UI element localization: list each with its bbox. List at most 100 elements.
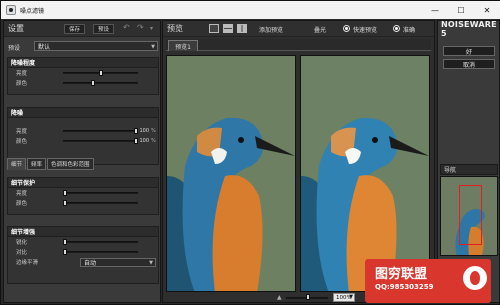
preset-label: 预设 <box>8 45 21 52</box>
settings-title: 设置 <box>8 24 24 33</box>
edge-row: 边缘平滑 自动 ▼ <box>8 257 158 267</box>
preset-value: 默认 <box>38 43 51 51</box>
overlay-toggle[interactable]: 叠光 <box>314 25 326 34</box>
app-window: 噪点滤镜 — ☐ ✕ 设置 保存 预设 ↶ ↷ ▾ 预设 默认 ▼ 降噪程度 亮… <box>0 0 500 305</box>
section-noise-level: 降噪程度 亮度 颜色 <box>7 57 159 95</box>
edge-smoothing-select[interactable]: 自动 ▼ <box>80 258 156 267</box>
tab-frequency[interactable]: 频率 <box>27 158 47 170</box>
single-view-icon[interactable] <box>209 24 219 33</box>
fast-preview-label: 快速预览 <box>353 27 378 34</box>
section-title: 降噪 <box>8 108 158 118</box>
section-detail-protection: 细节保护 亮度 颜色 <box>7 177 159 215</box>
detail-tabs: 细节 频率 色调和色彩范围 <box>7 158 159 170</box>
slider-unit: % <box>151 138 156 144</box>
preview-tabs: 预览1 <box>166 39 431 51</box>
edge-value: 自动 <box>84 260 97 267</box>
title-bar: 噪点滤镜 — ☐ ✕ <box>1 1 500 19</box>
slider-row: 锐化 <box>8 237 158 247</box>
save-button[interactable]: 保存 <box>64 24 86 34</box>
slider-row: 亮度 <box>8 188 158 198</box>
slider-thumb[interactable] <box>91 80 96 86</box>
preview-header: 预览 添加预览 叠光 快速预览 准确 <box>163 21 434 37</box>
accurate-label: 准确 <box>403 27 416 34</box>
chevron-down-icon: ▼ <box>349 294 353 300</box>
window-title: 噪点滤镜 <box>20 7 45 15</box>
color-reduction-slider[interactable] <box>63 138 138 144</box>
minimize-button[interactable]: — <box>422 1 448 19</box>
accurate-radio[interactable] <box>393 25 400 32</box>
preview-processed-image[interactable] <box>300 55 430 292</box>
section-title: 细节保护 <box>8 178 158 188</box>
section-title: 降噪程度 <box>8 58 158 68</box>
zoom-select[interactable]: 100% ▼ <box>333 293 355 302</box>
maximize-button[interactable]: ☐ <box>448 1 474 19</box>
color-slider[interactable] <box>63 80 138 86</box>
slider-row: 亮度 <box>8 68 158 78</box>
luminance-protection-slider[interactable] <box>63 190 138 196</box>
preset-button[interactable]: 预设 <box>93 24 115 34</box>
slider-thumb[interactable] <box>98 70 103 76</box>
slider-row: 颜色 <box>8 78 158 88</box>
fast-preview-radio[interactable] <box>343 25 350 32</box>
edge-label: 边缘平滑 <box>16 260 39 266</box>
navigator-viewport[interactable] <box>459 185 482 245</box>
tab-preview-1[interactable]: 预览1 <box>168 40 198 51</box>
preset-select[interactable]: 默认 ▼ <box>34 41 158 51</box>
watermark-badge: 图穷联盟 QQ:985303259 <box>365 259 491 303</box>
slider-unit: % <box>151 128 156 134</box>
split-horizontal-icon[interactable] <box>223 24 233 33</box>
undo-icon[interactable]: ↶ <box>123 23 130 32</box>
settings-panel: 设置 保存 预设 ↶ ↷ ▾ 预设 默认 ▼ 降噪程度 亮度 颜色 降噪 亮度 … <box>3 20 161 303</box>
close-button[interactable]: ✕ <box>474 1 500 19</box>
preview-title: 预览 <box>167 24 183 33</box>
zoom-slider[interactable] <box>286 294 328 300</box>
slider-value[interactable]: 100 <box>139 138 149 145</box>
split-vertical-icon[interactable] <box>237 24 247 33</box>
luminance-slider[interactable] <box>63 70 138 76</box>
redo-icon[interactable]: ↷ <box>137 23 144 32</box>
chevron-down-icon: ▼ <box>149 260 153 266</box>
noiseware-logo: NOISEWARE 5 <box>441 20 497 38</box>
slider-row: 颜色 <box>8 198 158 208</box>
ok-button[interactable]: 好 <box>443 46 495 56</box>
slider-label: 对比 <box>16 250 28 256</box>
slider-label: 颜色 <box>16 201 28 207</box>
slider-label: 锐化 <box>16 240 28 246</box>
slider-row: 颜色 100 % <box>8 136 158 146</box>
add-preview-button[interactable]: 添加预览 <box>259 25 283 34</box>
slider-row: 亮度 100 % <box>8 126 158 136</box>
slider-value[interactable]: 100 <box>139 128 149 135</box>
contrast-slider[interactable] <box>63 249 138 255</box>
cancel-button[interactable]: 取消 <box>443 59 495 69</box>
slider-label: 亮度 <box>16 191 28 197</box>
navigator-label: 导航 <box>440 164 498 175</box>
app-icon <box>6 5 16 15</box>
slider-thumb[interactable] <box>63 190 67 196</box>
section-detail-enhance: 细节增强 锐化 对比 边缘平滑 自动 ▼ <box>7 226 159 284</box>
chevron-down-icon: ▼ <box>151 44 155 50</box>
slider-label: 亮度 <box>16 71 28 77</box>
slider-thumb[interactable] <box>63 200 67 206</box>
section-noise-reduction: 降噪 亮度 100 % 颜色 100 % <box>7 107 159 165</box>
dropdown-icon[interactable]: ▾ <box>150 25 153 32</box>
slider-label: 颜色 <box>16 81 28 87</box>
zoom-out-icon[interactable]: ▲ <box>277 294 282 301</box>
section-title: 细节增强 <box>8 227 158 237</box>
color-protection-slider[interactable] <box>63 200 138 206</box>
tab-detail[interactable]: 细节 <box>7 158 27 170</box>
navigator-thumbnail[interactable] <box>440 176 498 256</box>
slider-thumb[interactable] <box>63 249 67 255</box>
slider-thumb[interactable] <box>63 239 67 245</box>
sharpen-slider[interactable] <box>63 239 138 245</box>
preview-original-image[interactable] <box>166 55 296 292</box>
slider-thumb[interactable] <box>134 128 138 134</box>
luminance-reduction-slider[interactable] <box>63 128 138 134</box>
slider-label: 亮度 <box>16 129 28 135</box>
slider-row: 对比 <box>8 247 158 257</box>
kingfisher-image <box>301 56 429 291</box>
zoom-thumb[interactable] <box>306 294 310 300</box>
slider-thumb[interactable] <box>134 138 138 144</box>
tab-tone-color-range[interactable]: 色调和色彩范围 <box>47 158 94 170</box>
slider-label: 颜色 <box>16 139 28 145</box>
watermark-title: 图穷联盟 <box>375 267 428 282</box>
